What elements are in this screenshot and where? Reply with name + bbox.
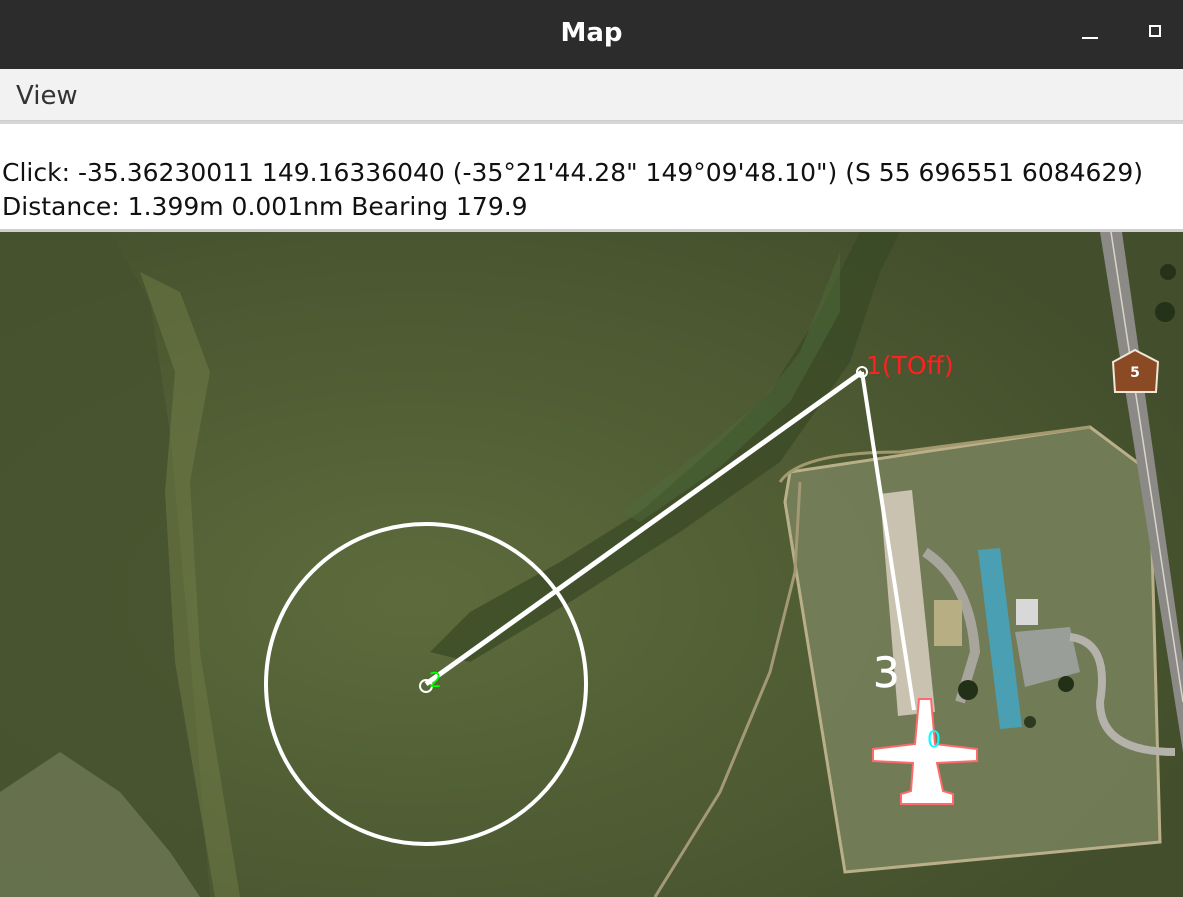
maximize-button[interactable] — [1142, 18, 1172, 48]
tree — [1058, 676, 1074, 692]
title-bar: Map — [0, 0, 1183, 69]
shed — [934, 600, 962, 646]
menu-view[interactable]: View — [8, 77, 86, 115]
waypoint-label-takeoff: 1(TOff) — [866, 351, 954, 380]
waypoint-label-2: 2 — [429, 668, 442, 692]
window-title: Map — [560, 18, 623, 48]
info-panel: Click: -35.36230011 149.16336040 (-35°21… — [0, 121, 1183, 232]
road-marker-label: 5 — [1130, 365, 1140, 381]
tree — [1024, 716, 1036, 728]
tree — [1155, 302, 1175, 322]
small-building — [1016, 599, 1038, 625]
menu-bar: View — [0, 69, 1183, 121]
distance-bearing: Distance: 1.399m 0.001nm Bearing 179.9 — [2, 192, 528, 221]
tree — [958, 680, 978, 700]
tree — [1160, 264, 1176, 280]
waypoint-label-3: 3 — [873, 648, 900, 697]
waypoint-label-0: 0 — [927, 728, 941, 753]
map-canvas[interactable]: 5 1(TOff) 2 3 0 — [0, 232, 1183, 897]
minimize-button[interactable] — [1076, 18, 1106, 48]
click-coordinates: Click: -35.36230011 149.16336040 (-35°21… — [2, 158, 1144, 187]
